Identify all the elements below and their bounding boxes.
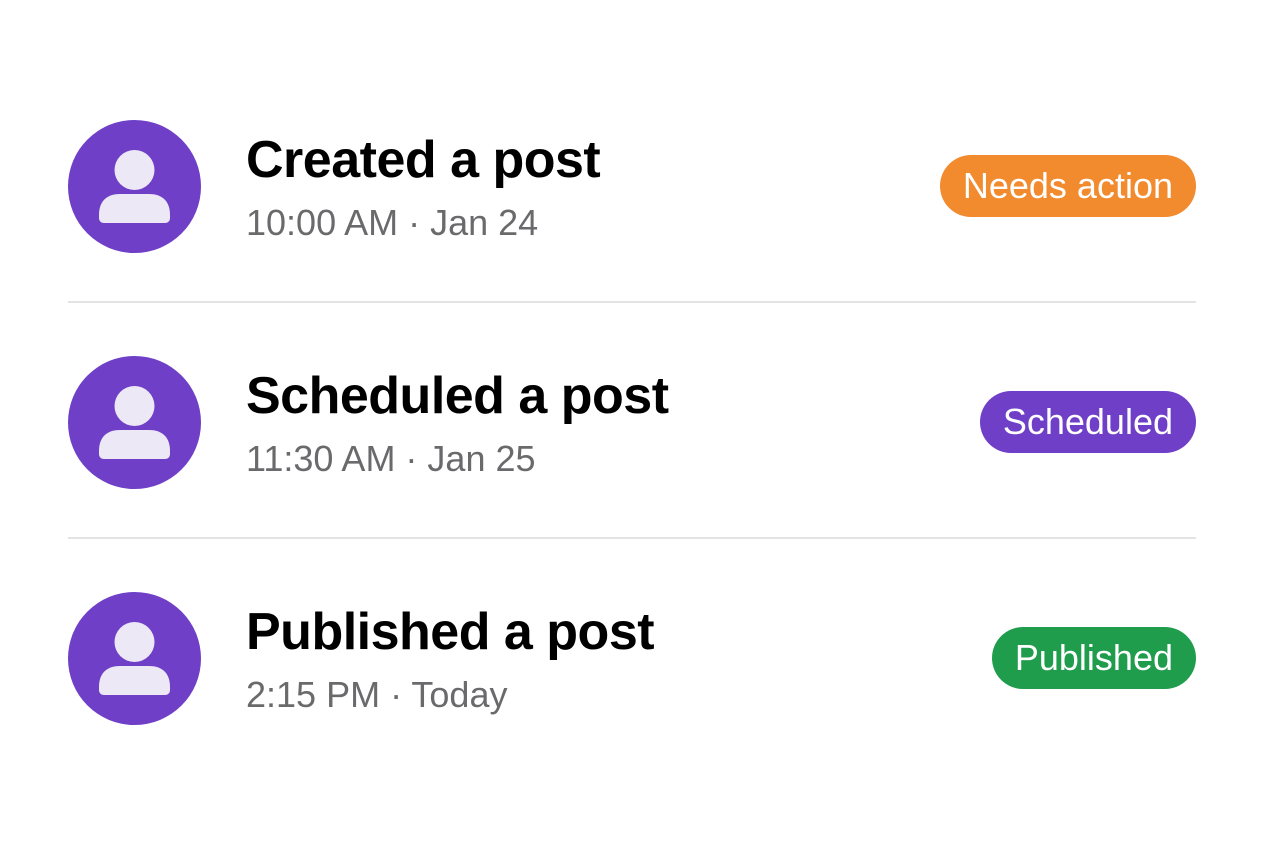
avatar	[68, 356, 201, 489]
activity-title: Published a post	[246, 603, 655, 661]
user-icon	[99, 386, 170, 459]
activity-row-created[interactable]: Created a post 10:00 AM · Jan 24 Needs a…	[68, 67, 1196, 303]
avatar	[68, 592, 201, 725]
status-badge-published: Published	[991, 627, 1196, 689]
activity-timestamp: 2:15 PM · Today	[246, 674, 508, 715]
activity-timestamp: 11:30 AM · Jan 25	[246, 438, 536, 479]
user-icon	[99, 622, 170, 695]
activity-row-scheduled[interactable]: Scheduled a post 11:30 AM · Jan 25 Sched…	[68, 303, 1196, 539]
activity-timestamp: 10:00 AM · Jan 24	[246, 202, 539, 243]
status-badge-scheduled: Scheduled	[979, 391, 1196, 453]
user-icon	[99, 150, 170, 223]
activity-title: Created a post	[246, 131, 601, 189]
activity-list: Created a post 10:00 AM · Jan 24 Needs a…	[68, 67, 1196, 775]
avatar	[68, 120, 201, 253]
status-badge-needs-action: Needs action	[939, 155, 1196, 217]
activity-row-published[interactable]: Published a post 2:15 PM · Today Publish…	[68, 539, 1196, 775]
activity-title: Scheduled a post	[246, 367, 669, 425]
